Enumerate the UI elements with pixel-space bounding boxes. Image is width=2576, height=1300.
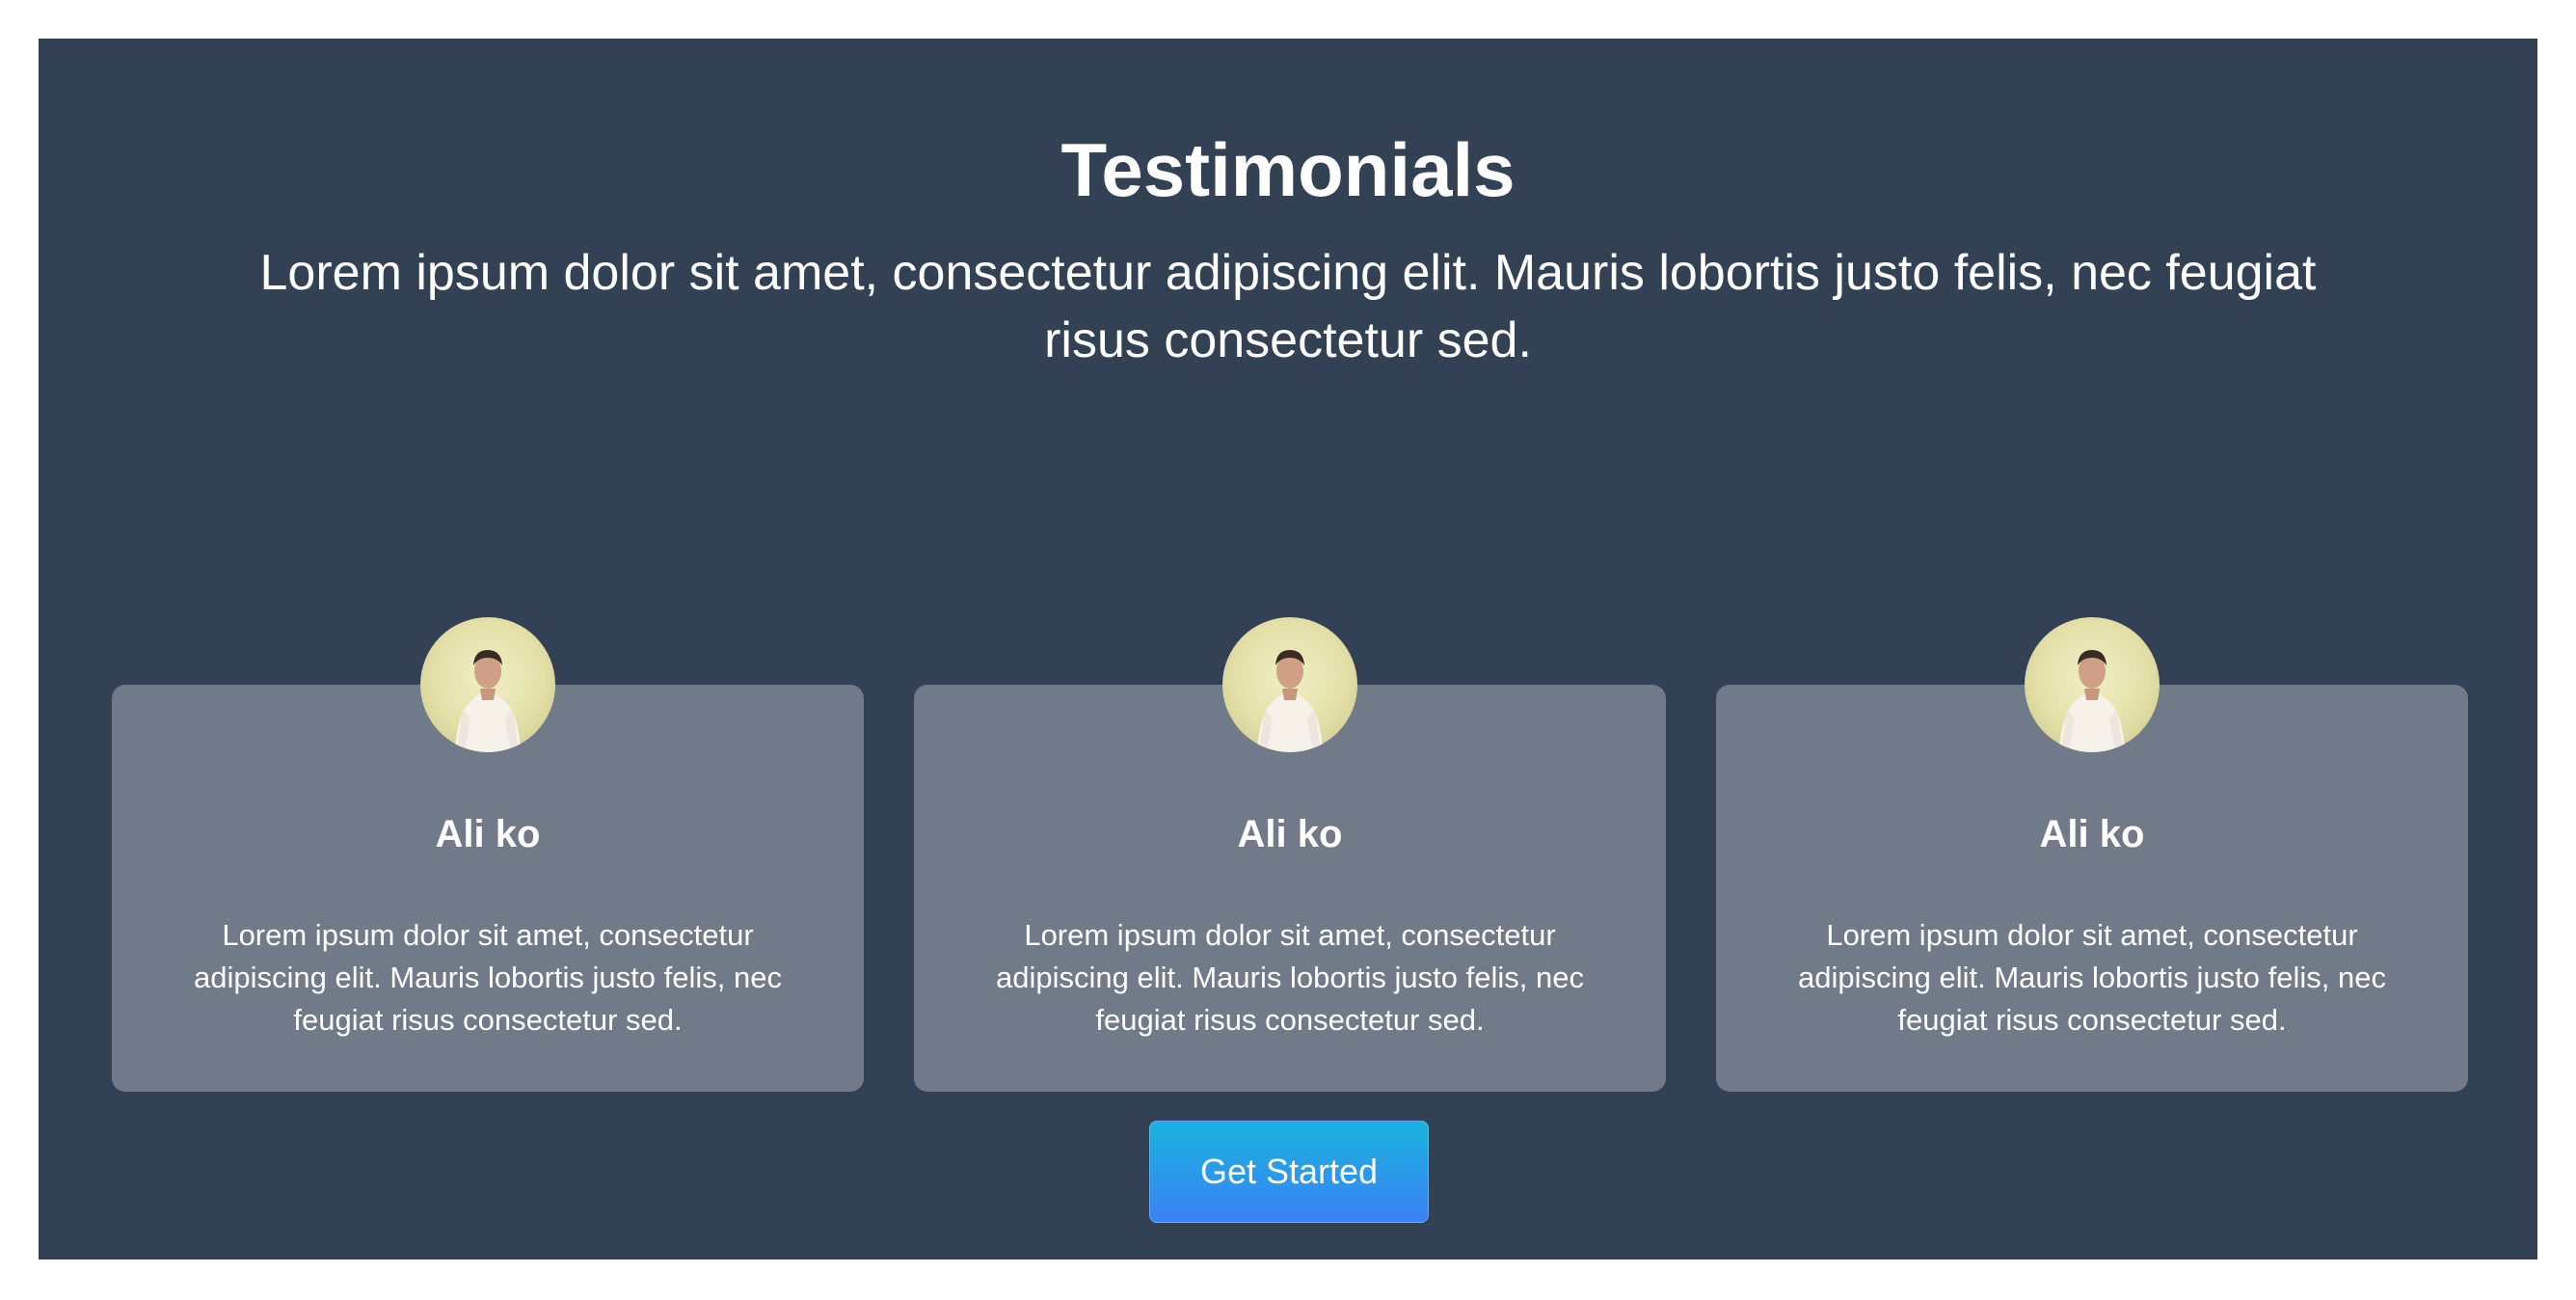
person-avatar-icon bbox=[2025, 617, 2160, 752]
testimonial-text: Lorem ipsum dolor sit amet, consectetur … bbox=[996, 918, 1584, 1037]
testimonial-card: Ali ko Lorem ipsum dolor sit amet, conse… bbox=[112, 579, 864, 1092]
testimonial-name: Ali ko bbox=[2039, 813, 2145, 855]
testimonial-cards: Ali ko Lorem ipsum dolor sit amet, conse… bbox=[112, 579, 2468, 1092]
testimonial-text: Lorem ipsum dolor sit amet, consectetur … bbox=[194, 918, 782, 1037]
testimonial-name: Ali ko bbox=[1237, 813, 1343, 855]
section-subtitle: Lorem ipsum dolor sit amet, consectetur … bbox=[259, 245, 2317, 368]
get-started-button[interactable]: Get Started bbox=[1149, 1121, 1429, 1223]
testimonial-card: Ali ko Lorem ipsum dolor sit amet, conse… bbox=[914, 579, 1666, 1092]
testimonial-name: Ali ko bbox=[435, 813, 541, 855]
testimonial-text: Lorem ipsum dolor sit amet, consectetur … bbox=[1798, 918, 2386, 1037]
section-title: Testimonials bbox=[1060, 127, 1516, 212]
person-avatar-icon bbox=[1222, 617, 1357, 752]
testimonial-card: Ali ko Lorem ipsum dolor sit amet, conse… bbox=[1716, 579, 2468, 1092]
testimonials-section: Testimonials Lorem ipsum dolor sit amet,… bbox=[39, 39, 2537, 1259]
person-avatar-icon bbox=[420, 617, 555, 752]
